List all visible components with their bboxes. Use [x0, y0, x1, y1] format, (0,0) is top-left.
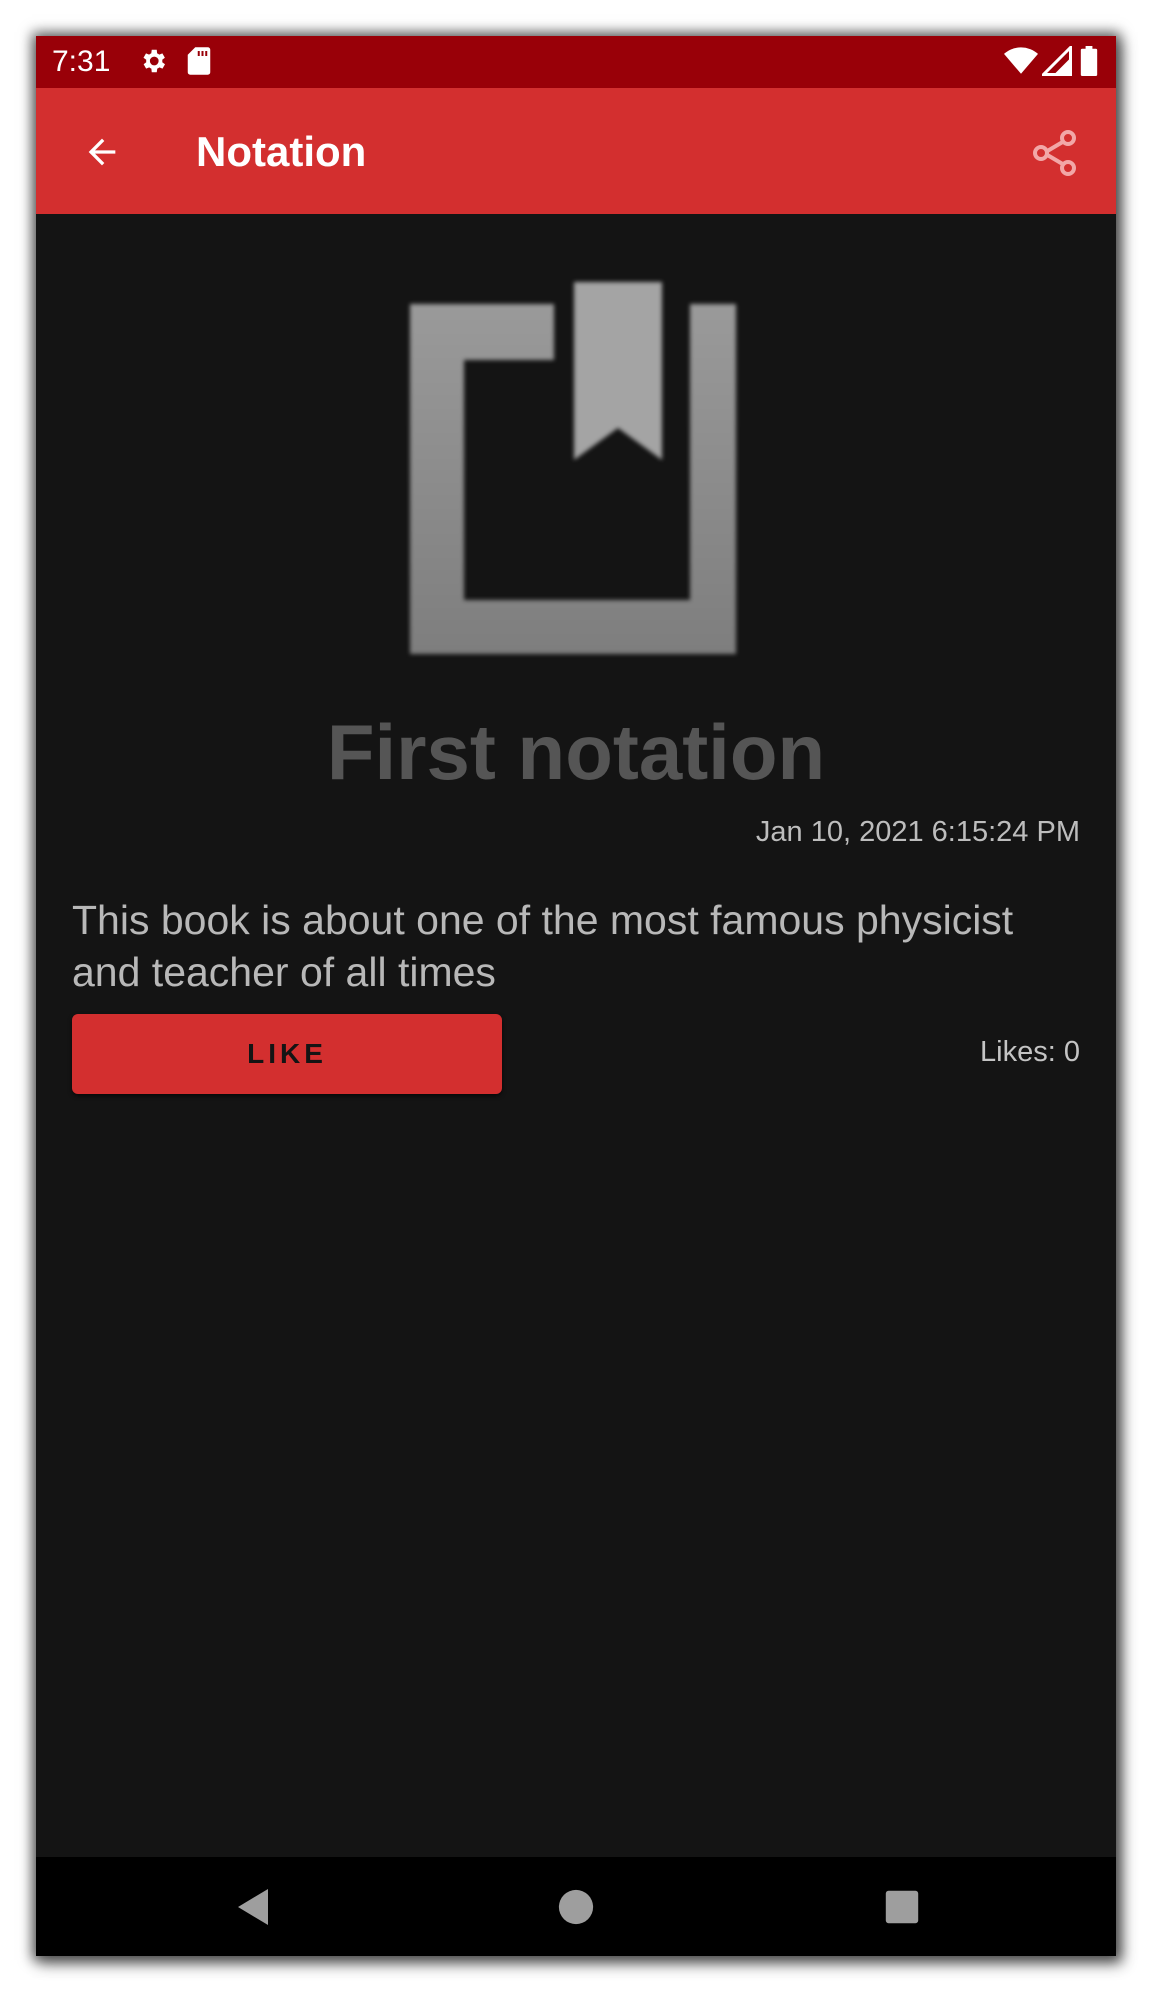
likes-count: Likes: 0 — [980, 1036, 1080, 1068]
nav-recents-button[interactable] — [866, 1871, 938, 1943]
back-triangle-icon — [238, 1889, 268, 1925]
signal-icon — [1039, 43, 1072, 81]
notation-title: First notation — [326, 708, 826, 796]
sd-card-icon — [186, 46, 212, 81]
notation-content: First notation Jan 10, 2021 6:15:24 PM T… — [36, 214, 1116, 1857]
share-button[interactable] — [1020, 118, 1090, 188]
wifi-icon — [1004, 46, 1038, 81]
settings-icon — [138, 46, 168, 81]
phone-screen: 7:31 Notation First notation Jan 10, 202… — [36, 36, 1116, 1956]
home-circle-icon — [558, 1889, 594, 1925]
status-bar: 7:31 — [36, 36, 1116, 88]
like-button[interactable]: LIKE — [72, 1014, 502, 1094]
app-bar: Notation — [36, 88, 1116, 214]
arrow-back-icon — [88, 138, 116, 166]
battery-icon — [1080, 46, 1098, 81]
nav-back-button[interactable] — [218, 1871, 290, 1943]
status-time: 7:31 — [52, 45, 111, 78]
back-button[interactable] — [66, 116, 138, 188]
notation-date: Jan 10, 2021 6:15:24 PM — [755, 816, 1080, 848]
share-icon — [1033, 130, 1076, 176]
notation-text: This book is about one of the most famou… — [72, 897, 1014, 995]
bookmark-icon — [410, 282, 736, 654]
nav-home-button[interactable] — [540, 1871, 612, 1943]
system-nav-bar — [36, 1857, 1116, 1956]
page-title: Notation — [196, 128, 367, 175]
recents-square-icon — [885, 1890, 919, 1924]
